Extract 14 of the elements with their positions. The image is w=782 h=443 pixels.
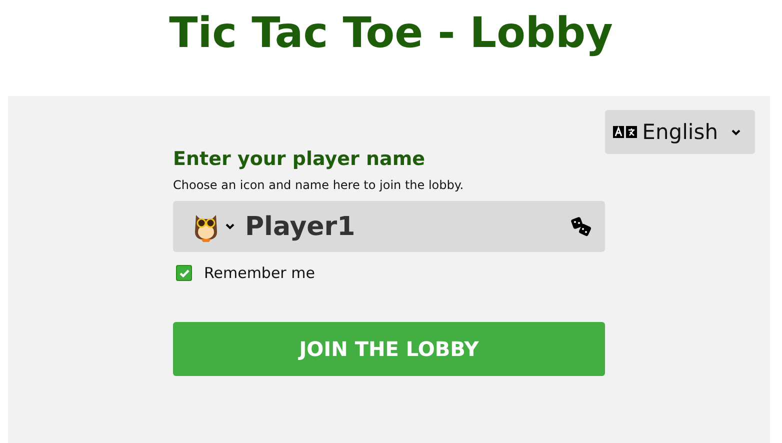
page-title: Tic Tac Toe - Lobby xyxy=(168,7,614,59)
remember-checkbox[interactable] xyxy=(176,265,192,281)
translate-icon xyxy=(613,126,638,138)
remember-label: Remember me xyxy=(204,264,315,282)
random-name-button[interactable] xyxy=(571,216,593,236)
name-input[interactable]: Player1 xyxy=(245,212,571,242)
form-hint: Choose an icon and name here to join the lobby. xyxy=(173,178,465,192)
caret-icon xyxy=(225,223,235,230)
checkmark-icon xyxy=(178,268,190,278)
form-heading: Enter your player name xyxy=(173,148,426,170)
dice-icon xyxy=(571,216,593,236)
language-select[interactable]: English xyxy=(605,110,755,154)
caret-icon xyxy=(731,128,741,136)
name-field[interactable]: Player1 xyxy=(173,201,605,252)
